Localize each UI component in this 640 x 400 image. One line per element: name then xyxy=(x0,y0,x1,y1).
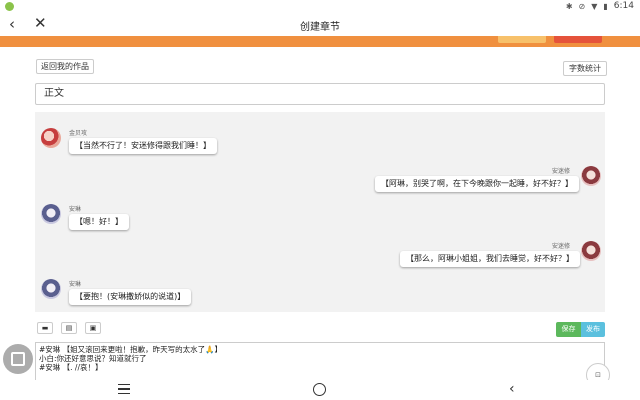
nav-action-button[interactable] xyxy=(498,36,546,43)
image-icon[interactable]: ▣ xyxy=(85,322,101,334)
avatar xyxy=(581,241,601,261)
message-sender: 金贝攻 xyxy=(69,130,88,137)
message-sender: 安琳 xyxy=(69,281,82,288)
back-icon[interactable]: ‹ xyxy=(509,381,515,397)
message-bubble: 【要抱！(安琳撒娇似的说道)】 xyxy=(69,289,192,305)
menu-icon[interactable] xyxy=(118,384,130,394)
avatar xyxy=(581,166,601,186)
nav-action-button-red[interactable] xyxy=(554,36,602,43)
app-titlebar: ‹ ✕ 创建章节 xyxy=(0,14,640,36)
message-bubble: 【嗯！好！】 xyxy=(69,214,129,230)
message-bubble: 【当然不行了！安迷修得跟我们睡！】 xyxy=(69,138,217,154)
message-sender: 安琳 xyxy=(69,206,82,213)
print-icon[interactable]: ▤ xyxy=(61,322,77,334)
status-bar: ✱ ⊘ ▼ ▮ 6:14 xyxy=(0,0,640,14)
message-bubble: 【那么，阿琳小姐姐，我们去睡觉，好不好？】 xyxy=(400,251,580,267)
editor-toolbar: ▬ ▤ ▣ 保存 发布 xyxy=(35,322,605,338)
status-icons: ✱ ⊘ ▼ ▮ 6:14 xyxy=(566,1,634,11)
save-button[interactable]: 保存 xyxy=(556,322,581,337)
window-icon xyxy=(11,352,25,366)
chat-bubble-icon[interactable]: ▬ xyxy=(37,322,53,334)
editor-line: #安琳 【姐又滚回来更啦！抱歉，昨天写的太水了🙏】 xyxy=(39,345,223,354)
battery-icon: ▮ xyxy=(603,1,608,11)
content-editor[interactable]: #安琳 【姐又滚回来更啦！抱歉，昨天写的太水了🙏】 小白:你还好意思说？知道就行… xyxy=(35,342,605,382)
section-field[interactable]: 正文 xyxy=(35,83,605,105)
back-to-works-button[interactable]: 返回我的作品 xyxy=(36,59,94,74)
message-sender: 安迷修 xyxy=(552,168,571,175)
word-count-button[interactable]: 字数统计 xyxy=(563,61,607,76)
avatar xyxy=(41,204,61,224)
home-icon[interactable] xyxy=(313,383,326,396)
publish-button[interactable]: 发布 xyxy=(581,322,605,337)
mute-icon: ⊘ xyxy=(578,1,586,11)
avatar xyxy=(41,128,61,148)
page-title: 创建章节 xyxy=(300,22,340,33)
editor-line: 小白:你还好意思说？知道就行了 xyxy=(39,354,147,363)
bluetooth-icon: ✱ xyxy=(565,1,573,11)
message-sender: 安迷修 xyxy=(552,243,571,250)
chat-preview: 金贝攻 【当然不行了！安迷修得跟我们睡！】 安迷修 【阿琳，别哭了啊，在下今晚跟… xyxy=(35,112,605,312)
editor-line: #安琳 【. //哀！】 xyxy=(39,363,103,372)
message-bubble: 【阿琳，别哭了啊，在下今晚跟你一起睡，好不好？】 xyxy=(375,176,579,192)
site-nav-bar xyxy=(0,36,640,47)
floating-window-button[interactable] xyxy=(3,344,33,374)
avatar xyxy=(41,279,61,299)
system-nav-bar: ‹ xyxy=(0,380,640,400)
clock: 6:14 xyxy=(613,1,634,11)
wifi-icon: ▼ xyxy=(591,1,598,11)
app-notification-icon xyxy=(5,2,14,11)
